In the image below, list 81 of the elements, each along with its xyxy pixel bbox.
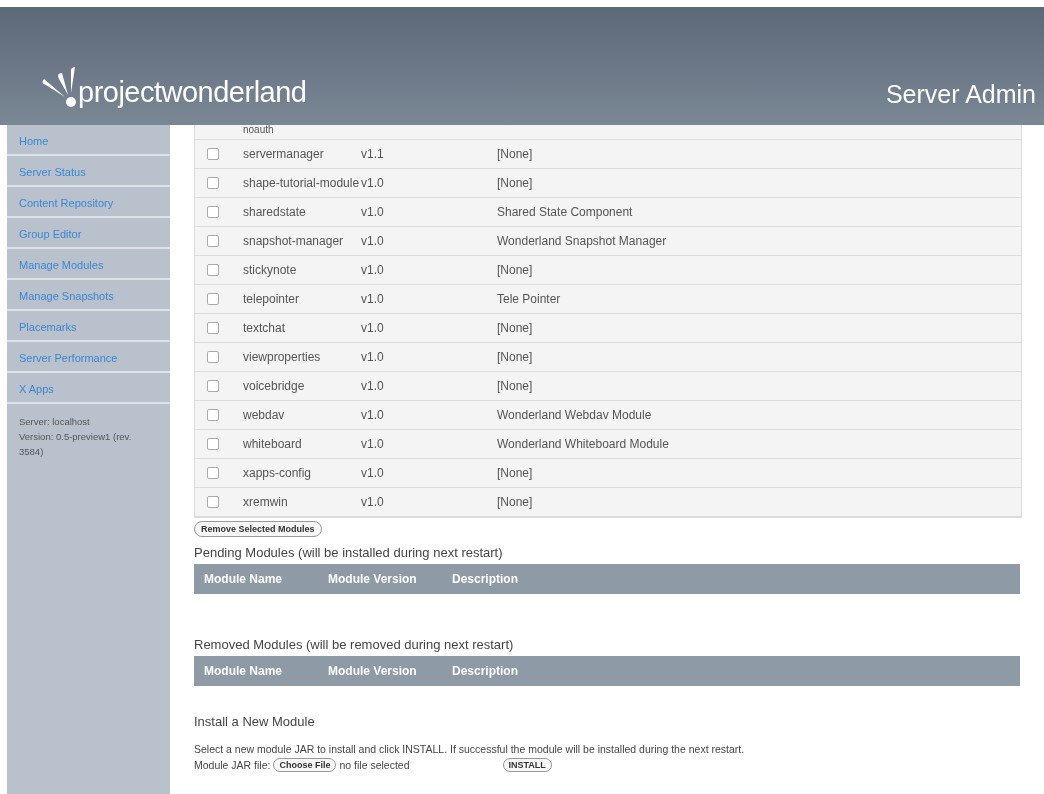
checkbox[interactable] (207, 264, 219, 276)
sidebar-link[interactable]: X Apps (7, 373, 170, 404)
table-cell-text: servermanager (243, 147, 325, 161)
logo-icon (40, 66, 76, 107)
column-header: Description (451, 572, 519, 586)
table-cell-text: Shared State Component (497, 205, 634, 219)
table-cell: shape-tutorial-module (243, 176, 361, 190)
choose-file-button[interactable]: Choose File (273, 758, 337, 772)
table-cell-text: v1.0 (361, 292, 385, 306)
sidebar-link[interactable]: Server Performance (7, 342, 170, 373)
table-cell-text: [None] (497, 176, 534, 190)
table-cell-text: [None] (497, 321, 534, 335)
field-label: Module JAR file: (194, 759, 271, 771)
table-cell-text: Wonderland Whiteboard Module (497, 437, 670, 451)
table-cell-text: v1.0 (361, 437, 385, 451)
checkbox[interactable] (207, 235, 219, 247)
sidebar-link[interactable]: Manage Snapshots (7, 280, 170, 311)
checkbox[interactable] (207, 496, 219, 508)
table-cell-text: noauth (243, 125, 275, 135)
checkbox[interactable] (207, 409, 219, 421)
table-cell-text: telepointer (243, 292, 301, 306)
sidebar-link[interactable]: Group Editor (7, 218, 170, 249)
table-cell-text: v1.0 (361, 321, 385, 335)
table-cell-text: stickynote (243, 263, 298, 277)
table-cell-text: whiteboard (243, 437, 303, 451)
section-title: Removed Modules (will be removed during next restart) (194, 637, 515, 652)
checkbox[interactable] (207, 293, 219, 305)
column-header: Module Name (203, 664, 283, 678)
table-cell-text: sharedstate (243, 205, 307, 219)
file-status: no file selected (339, 759, 410, 771)
install-button[interactable]: INSTALL (502, 758, 552, 772)
table-cell-text: snapshot-manager (243, 234, 345, 248)
checkbox[interactable] (207, 148, 219, 160)
table-cell-text: [None] (497, 147, 534, 161)
remove-button[interactable]: Remove Selected Modules (194, 521, 322, 537)
table-cell-text: v1.0 (361, 495, 385, 509)
page-title: Server Admin (885, 82, 1036, 107)
table-cell-text: [None] (497, 263, 534, 277)
server-info: Server: localhost Version: 0.5-preview1 (rev. 3584) (18, 415, 133, 459)
table-cell-text: v1.0 (361, 408, 385, 422)
instructions-text: Select a new module JAR to install and click INSTALL. If successful the module will be installed during the next restart. (194, 743, 746, 755)
checkbox[interactable] (207, 467, 219, 479)
table-cell-text: viewproperties (243, 350, 322, 364)
checkbox[interactable] (207, 380, 219, 392)
table-cell-text: Tele Pointer (497, 292, 562, 306)
section-title: Pending Modules (will be installed during next restart) (194, 545, 504, 560)
table-cell-text: v1.0 (361, 350, 385, 364)
table-cell-text: webdav (243, 408, 286, 422)
sidebar-link[interactable]: Content Repository (7, 187, 170, 218)
column-header: Module Name (203, 572, 283, 586)
checkbox[interactable] (207, 322, 219, 334)
table-cell-text: [None] (497, 350, 534, 364)
sidebar-link[interactable]: Manage Modules (7, 249, 170, 280)
checkbox[interactable] (207, 351, 219, 363)
checkbox[interactable] (207, 206, 219, 218)
checkbox[interactable] (207, 438, 219, 450)
table-cell-text: v1.0 (361, 176, 385, 190)
table-cell-text: [None] (497, 495, 534, 509)
table-cell-text: [None] (497, 379, 534, 393)
sidebar-link[interactable]: Server Status (7, 156, 170, 187)
sidebar-link[interactable]: Home (7, 125, 170, 156)
table-cell-text: voicebridge (243, 379, 306, 393)
table-cell-text: v1.0 (361, 379, 385, 393)
sidebar-link[interactable]: Placemarks (7, 311, 170, 342)
column-header: Module Version (327, 664, 418, 678)
table-cell-text: v1.0 (361, 466, 385, 480)
checkbox[interactable] (207, 177, 219, 189)
table-cell-text: Wonderland Webdav Module (497, 408, 653, 422)
table-cell-text: xapps-config (243, 466, 313, 480)
table-cell-text: v1.1 (361, 147, 385, 161)
table-cell-text: v1.0 (361, 205, 385, 219)
table-cell-text: Wonderland Snapshot Manager (497, 234, 668, 248)
column-header: Module Version (327, 572, 418, 586)
table-cell-text: textchat (243, 321, 287, 335)
section-title: Install a New Module (194, 714, 316, 729)
column-header: Description (451, 664, 519, 678)
table-cell-text: xremwin (243, 495, 289, 509)
table-cell-text: v1.0 (361, 263, 385, 277)
table-cell-text: [None] (497, 466, 534, 480)
logo-text: projectwonderland (78, 78, 307, 107)
table-cell-text: v1.0 (361, 234, 385, 248)
